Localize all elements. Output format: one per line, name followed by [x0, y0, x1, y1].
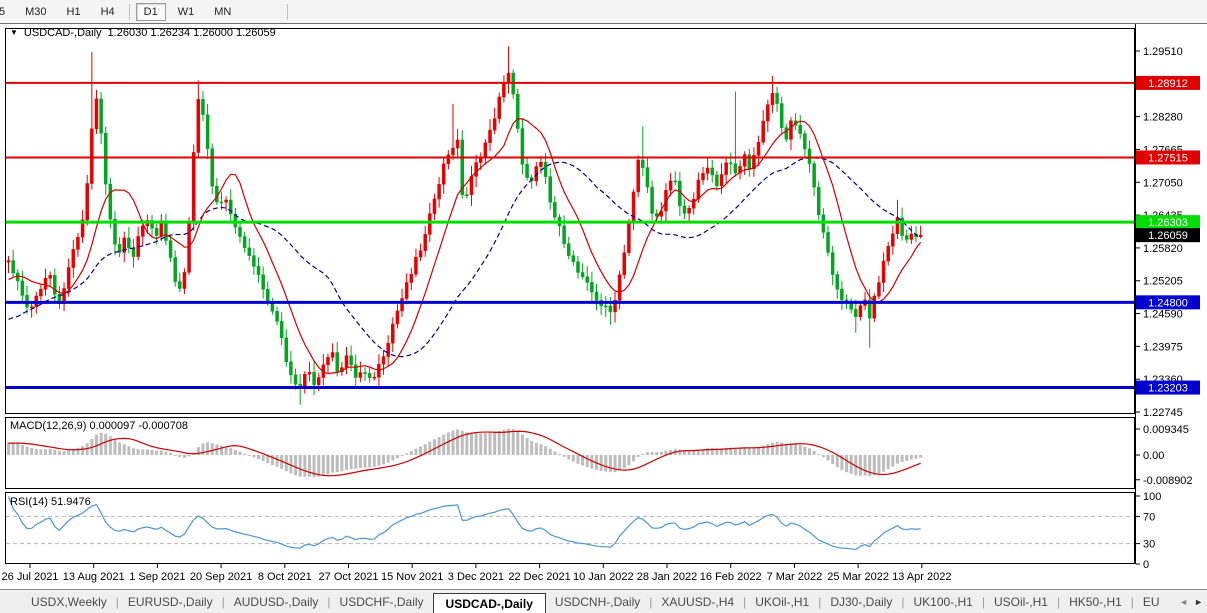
chart-tab-usdcad[interactable]: USDCAD-,Daily	[433, 593, 546, 613]
chart-title: ▼ USDCAD-,Daily 1.26030 1.26234 1.26000 …	[10, 27, 276, 39]
svg-text:7 Mar 2022: 7 Mar 2022	[767, 571, 823, 583]
svg-text:1.28912: 1.28912	[1148, 78, 1188, 90]
svg-text:100: 100	[1143, 491, 1161, 503]
svg-text:8 Oct 2021: 8 Oct 2021	[258, 571, 312, 583]
trading-terminal-window: 5 M30 H1 H4 D1 W1 MN 1.295101.282801.276…	[0, 0, 1207, 613]
chart-tab-eu-truncated[interactable]: EU	[1134, 592, 1169, 612]
rsi-panel[interactable]	[6, 493, 1135, 564]
svg-text:1 Sep 2021: 1 Sep 2021	[129, 571, 185, 583]
svg-text:1.28280: 1.28280	[1143, 112, 1183, 124]
chart-tab-ukoil[interactable]: UKOil-,H1	[746, 592, 818, 612]
tab-scroll-right-icon[interactable]: ►	[1194, 597, 1203, 607]
svg-text:13 Apr 2022: 13 Apr 2022	[892, 571, 951, 583]
svg-text:30: 30	[1143, 539, 1155, 551]
timeframe-m5[interactable]: 5	[0, 3, 13, 21]
svg-text:0.009345: 0.009345	[1143, 424, 1189, 436]
chart-tab-usdchf[interactable]: USDCHF-,Daily	[331, 592, 433, 612]
chart-tab-usdx[interactable]: USDX,Weekly	[22, 592, 116, 612]
chart-tab-usdcnh[interactable]: USDCNH-,Daily	[546, 592, 649, 612]
svg-text:27 Oct 2021: 27 Oct 2021	[319, 571, 379, 583]
chart-tab-usoil[interactable]: USOil-,H1	[985, 592, 1057, 612]
svg-text:1.23975: 1.23975	[1143, 341, 1183, 353]
svg-text:28 Jan 2022: 28 Jan 2022	[637, 571, 698, 583]
svg-text:1.27515: 1.27515	[1148, 152, 1188, 164]
chart-tab-bar: USDX,Weekly | EURUSD-,Daily | AUDUSD-,Da…	[0, 589, 1207, 613]
svg-text:1.22745: 1.22745	[1143, 407, 1183, 419]
tab-scroll-controls: ◄ ►	[1177, 590, 1205, 613]
svg-text:1.26303: 1.26303	[1148, 217, 1188, 229]
chart-tab-xauusd[interactable]: XAUUSD-,H4	[652, 592, 743, 612]
svg-text:1.26059: 1.26059	[1148, 230, 1188, 242]
svg-text:10 Jan 2022: 10 Jan 2022	[573, 571, 634, 583]
svg-text:1.24800: 1.24800	[1148, 297, 1188, 309]
svg-text:1.24590: 1.24590	[1143, 309, 1183, 321]
svg-text:3 Dec 2021: 3 Dec 2021	[448, 571, 504, 583]
chart-tab-audusd[interactable]: AUDUSD-,Daily	[225, 592, 328, 612]
timeframe-w1[interactable]: W1	[170, 3, 203, 21]
svg-text:70: 70	[1143, 511, 1155, 523]
svg-text:25 Mar 2022: 25 Mar 2022	[827, 571, 889, 583]
timeframe-h1[interactable]: H1	[59, 3, 89, 21]
timeframe-toolbar: 5 M30 H1 H4 D1 W1 MN	[0, 0, 1207, 24]
svg-text:13 Aug 2021: 13 Aug 2021	[63, 571, 125, 583]
svg-text:26 Jul 2021: 26 Jul 2021	[2, 571, 59, 583]
svg-text:1.25205: 1.25205	[1143, 276, 1183, 288]
svg-text:1.27050: 1.27050	[1143, 177, 1183, 189]
svg-text:1.29510: 1.29510	[1143, 46, 1183, 58]
svg-text:20 Sep 2021: 20 Sep 2021	[190, 571, 252, 583]
svg-text:16 Feb 2022: 16 Feb 2022	[700, 571, 762, 583]
chart-ohlc-readout: 1.26030 1.26234 1.26000 1.26059	[108, 27, 276, 39]
svg-text:1.23203: 1.23203	[1148, 383, 1188, 395]
svg-text:0.00: 0.00	[1143, 450, 1164, 462]
date-axis[interactable]: 26 Jul 2021 13 Aug 2021 1 Sep 2021 20 Sep 2…	[2, 564, 952, 583]
toolbar-separator	[129, 4, 130, 20]
chart-canvas[interactable]: 1.295101.282801.276651.270501.264351.258…	[0, 0, 1207, 613]
svg-text:-0.008902: -0.008902	[1143, 475, 1193, 487]
timeframe-d1[interactable]: D1	[136, 3, 166, 21]
svg-text:22 Dec 2021: 22 Dec 2021	[508, 571, 570, 583]
toolbar-separator	[287, 4, 288, 20]
chart-tab-eurusd[interactable]: EURUSD-,Daily	[119, 592, 222, 612]
macd-label: MACD(12,26,9) 0.000097 -0.000708	[10, 420, 188, 432]
svg-text:1.25820: 1.25820	[1143, 243, 1183, 255]
svg-text:15 Nov 2021: 15 Nov 2021	[381, 571, 443, 583]
chart-symbol-title: USDCAD-,Daily	[24, 27, 102, 39]
timeframe-mn[interactable]: MN	[206, 3, 239, 21]
chart-tab-uk100[interactable]: UK100-,H1	[904, 592, 981, 612]
tab-scroll-left-icon[interactable]: ◄	[1179, 597, 1188, 607]
one-click-dropdown-icon[interactable]: ▼	[10, 29, 18, 37]
chart-tab-dj30[interactable]: DJ30-,Daily	[821, 592, 901, 612]
svg-text:0: 0	[1143, 559, 1149, 571]
timeframe-h4[interactable]: H4	[93, 3, 123, 21]
timeframe-m30[interactable]: M30	[17, 3, 54, 21]
rsi-label: RSI(14) 51.9476	[10, 496, 91, 508]
chart-tab-hk50[interactable]: HK50-,H1	[1060, 592, 1131, 612]
